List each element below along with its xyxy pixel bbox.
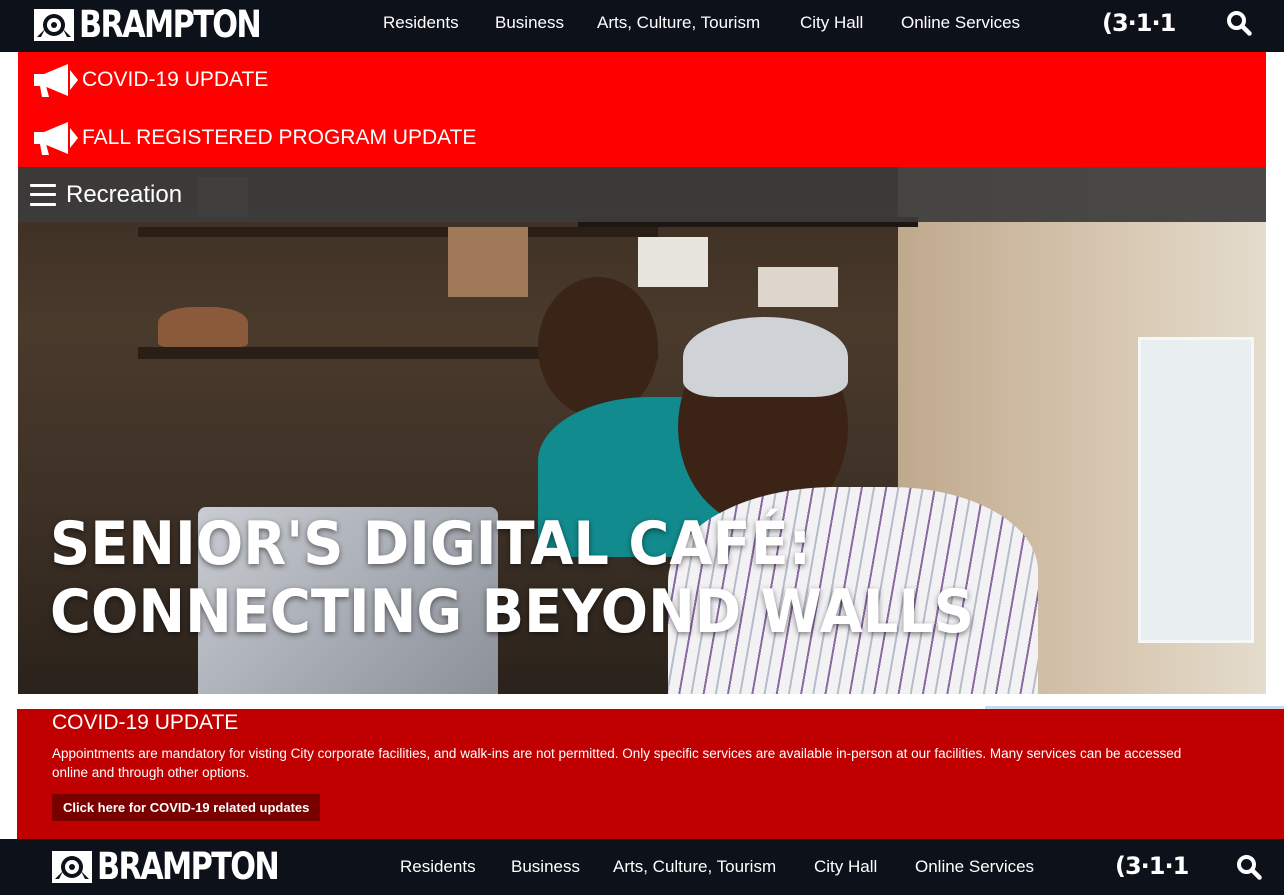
hero-title-line-2: CONNECTING BEYOND WALLS — [50, 577, 975, 647]
flower-emblem-icon — [52, 850, 92, 883]
hero-decor-box — [638, 237, 708, 287]
nav-city-hall[interactable]: City Hall — [800, 13, 863, 33]
hero-decor-box — [448, 227, 528, 297]
hero-shelf — [138, 227, 658, 237]
logo-text: BRAMPTON — [97, 845, 280, 888]
hero-decor-vase — [158, 307, 248, 347]
megaphone-icon — [34, 64, 78, 97]
hero-banner: Recreation SENIOR'S DIGITAL CAFÉ: CONNEC… — [18, 167, 1266, 694]
nav-residents[interactable]: Residents — [400, 857, 476, 877]
hero-title: SENIOR'S DIGITAL CAFÉ: CONNECTING BEYOND… — [50, 510, 1044, 646]
alert-label: FALL REGISTERED PROGRAM UPDATE — [82, 126, 477, 149]
hero-decor-cabinet — [1138, 337, 1254, 643]
logo-text: BRAMPTON — [79, 3, 262, 46]
brampton-logo[interactable]: BRAMPTON — [51, 848, 318, 885]
nav-residents[interactable]: Residents — [383, 13, 459, 33]
alert-label: COVID-19 UPDATE — [82, 68, 269, 91]
covid-notice-body: Appointments are mandatory for visting C… — [52, 746, 1182, 780]
hamburger-menu-icon[interactable] — [30, 183, 56, 206]
nav-online-services[interactable]: Online Services — [915, 857, 1034, 877]
brampton-logo[interactable]: BRAMPTON — [33, 6, 300, 43]
section-title[interactable]: Recreation — [66, 181, 182, 209]
top-navigation-bar: BRAMPTON Residents Business Arts, Cultur… — [0, 0, 1284, 52]
search-icon[interactable] — [1226, 10, 1252, 36]
service-311-logo[interactable]: (3·1·1 — [1102, 9, 1176, 37]
flower-emblem-icon — [34, 8, 74, 41]
alert-covid-update[interactable]: COVID-19 UPDATE — [32, 62, 268, 98]
nav-arts-culture-tourism[interactable]: Arts, Culture, Tourism — [613, 857, 776, 877]
hero-person-head — [538, 277, 658, 417]
nav-online-services[interactable]: Online Services — [901, 13, 1020, 33]
bottom-navigation-bar: BRAMPTON Residents Business Arts, Cultur… — [0, 839, 1284, 895]
alert-fall-program-update[interactable]: FALL REGISTERED PROGRAM UPDATE — [32, 120, 476, 156]
nav-business[interactable]: Business — [495, 13, 564, 33]
covid-notice-box: COVID-19 UPDATE Appointments are mandato… — [17, 709, 1284, 839]
hero-decor-box — [758, 267, 838, 307]
section-menu-bar: Recreation — [18, 167, 1266, 222]
nav-city-hall[interactable]: City Hall — [814, 857, 877, 877]
covid-notice-title: COVID-19 UPDATE — [52, 711, 239, 734]
megaphone-icon — [34, 122, 78, 155]
hero-person-hair — [683, 317, 848, 397]
nav-business[interactable]: Business — [511, 857, 580, 877]
alert-banner: COVID-19 UPDATE FALL REGISTERED PROGRAM … — [18, 52, 1266, 167]
search-icon[interactable] — [1236, 854, 1262, 880]
nav-arts-culture-tourism[interactable]: Arts, Culture, Tourism — [597, 13, 760, 33]
service-311-logo[interactable]: (3·1·1 — [1115, 852, 1189, 880]
covid-updates-button[interactable]: Click here for COVID-19 related updates — [52, 794, 321, 821]
hero-title-line-1: SENIOR'S DIGITAL CAFÉ: — [50, 509, 812, 579]
